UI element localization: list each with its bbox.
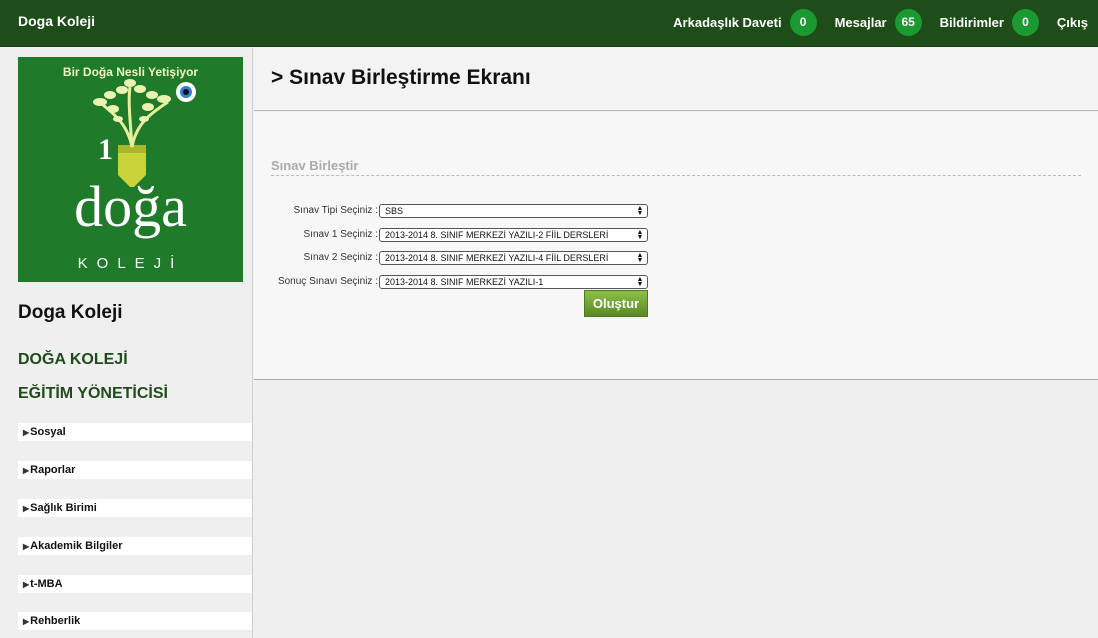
- sidebar-item-saglik-birimi[interactable]: ▶Sağlık Birimi: [18, 499, 252, 517]
- select-arrows-icon: ▲ ▼: [636, 205, 644, 217]
- sidebar-item-label: t-MBA: [30, 578, 63, 590]
- sidebar-item-label: Sağlık Birimi: [30, 502, 97, 514]
- sidebar-item-raporlar[interactable]: ▶Raporlar: [18, 461, 252, 479]
- field-exam-2: Sınav 2 Seçiniz :: [254, 249, 379, 267]
- triangle-right-icon: ▶: [23, 504, 30, 513]
- top-navbar: Doga Koleji Arkadaşlık Daveti 0 Mesajlar…: [0, 0, 1098, 47]
- legend-divider: [271, 175, 1081, 176]
- triangle-right-icon: ▶: [23, 466, 30, 475]
- triangle-right-icon: ▶: [23, 580, 30, 589]
- sidebar-item-label: Rehberlik: [30, 615, 81, 627]
- brand-link[interactable]: Doga Koleji: [18, 13, 95, 29]
- sidebar-item-label: Raporlar: [30, 464, 76, 476]
- sidebar-item-label: Sosyal: [30, 426, 66, 438]
- messages-link[interactable]: Mesajlar: [835, 15, 887, 30]
- select-arrows-icon: ▲ ▼: [636, 229, 644, 241]
- notifications-link[interactable]: Bildirimler: [940, 15, 1004, 30]
- school-logo: Bir Doğa Nesli Yetişiyor 1 doğa KOLEJİ: [18, 57, 243, 282]
- select-arrows-icon: ▲ ▼: [636, 252, 644, 264]
- result-exam-select[interactable]: 2013-2014 8. SINIF MERKEZİ YAZILI-1 ▲ ▼: [379, 275, 648, 289]
- sidebar-item-t-mba[interactable]: ▶t-MBA: [18, 575, 252, 593]
- tree-pencil-icon: 1: [93, 79, 196, 187]
- result-exam-label: Sonuç Sınavı Seçiniz :: [277, 276, 378, 287]
- exam-1-label: Sınav 1 Seçiniz :: [303, 229, 379, 240]
- sidebar: Bir Doğa Nesli Yetişiyor 1 doğa KOLEJİ D…: [0, 48, 253, 638]
- logo-subtitle: KOLEJİ: [77, 255, 184, 272]
- field-exam-type: Sınav Tipi Seçiniz :: [254, 202, 379, 220]
- svg-text:1: 1: [98, 133, 113, 166]
- exam-type-label: Sınav Tipi Seçiniz :: [293, 205, 379, 216]
- exam-2-select[interactable]: 2013-2014 8. SINIF MERKEZİ YAZILI-4 FİİL…: [379, 251, 648, 265]
- triangle-right-icon: ▶: [23, 617, 30, 626]
- triangle-right-icon: ▶: [23, 542, 30, 551]
- messages-badge[interactable]: 65: [894, 8, 922, 36]
- form-legend: Sınav Birleştir: [271, 158, 359, 173]
- sidebar-item-akademik-bilgiler[interactable]: ▶Akademik Bilgiler: [18, 537, 252, 555]
- page-header: > Sınav Birleştirme Ekranı: [254, 48, 1098, 111]
- triangle-right-icon: ▶: [23, 428, 30, 437]
- section-doga-koleji[interactable]: DOĞA KOLEJİ: [18, 351, 128, 369]
- sidebar-item-sosyal[interactable]: ▶Sosyal: [18, 423, 252, 441]
- merge-form-panel: Sınav Birleştir Sınav Tipi Seçiniz : SBS…: [254, 112, 1098, 380]
- field-result-exam: Sonuç Sınavı Seçiniz :: [254, 273, 378, 291]
- site-title: Doga Koleji: [18, 302, 123, 323]
- top-nav-links: Arkadaşlık Daveti 0 Mesajlar 65 Bildirim…: [655, 8, 1088, 36]
- select-arrows-icon: ▲ ▼: [636, 276, 644, 288]
- field-exam-1: Sınav 1 Seçiniz :: [254, 226, 379, 244]
- create-button[interactable]: Oluştur: [584, 290, 648, 317]
- exam-type-select[interactable]: SBS ▲ ▼: [379, 204, 648, 218]
- exam-2-label: Sınav 2 Seçiniz :: [303, 252, 379, 263]
- logo-wordmark: doğa: [74, 174, 187, 239]
- page-title: > Sınav Birleştirme Ekranı: [271, 66, 531, 89]
- logout-link[interactable]: Çıkış: [1057, 15, 1088, 30]
- notifications-badge[interactable]: 0: [1011, 8, 1039, 36]
- friend-invite-badge[interactable]: 0: [789, 8, 817, 36]
- friend-invite-link[interactable]: Arkadaşlık Daveti: [673, 15, 781, 30]
- exam-1-select[interactable]: 2013-2014 8. SINIF MERKEZİ YAZILI-2 FİİL…: [379, 228, 648, 242]
- section-egitim-yoneticisi[interactable]: EĞİTİM YÖNETİCİSİ: [18, 385, 168, 403]
- sidebar-item-label: Akademik Bilgiler: [30, 540, 123, 552]
- sidebar-item-rehberlik[interactable]: ▶Rehberlik: [18, 612, 252, 630]
